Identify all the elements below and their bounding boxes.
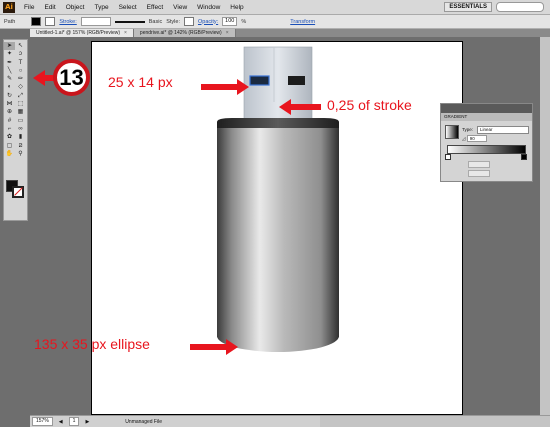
gradient-panel: GRADIENT Type: Linear ◿ 90 [440, 103, 533, 182]
menu-effect[interactable]: Effect [142, 4, 169, 11]
selection-type-label: Path [4, 18, 16, 25]
status-bar: 157% ◀ 1 ▶ Unmanaged File [30, 415, 550, 427]
gradient-angle-row: ◿ 90 [462, 135, 502, 142]
style-label: Style: [166, 18, 180, 25]
type-tool-icon[interactable]: T [15, 59, 26, 67]
free-transform-tool-icon[interactable]: ⬚ [15, 100, 26, 108]
fill-swatch[interactable] [31, 17, 42, 26]
slice-tool-icon[interactable]: ⧄ [15, 142, 26, 150]
width-tool-icon[interactable]: ⋈ [4, 100, 15, 108]
horizontal-scrollbar[interactable] [320, 416, 550, 427]
artboard-tool-icon[interactable]: ▢ [4, 142, 15, 150]
tab-untitled[interactable]: Untitled-1.ai* @ 157% (RGB/Preview) × [30, 29, 134, 37]
eyedropper-tool-icon[interactable]: ⌐ [4, 125, 15, 133]
artboard-number-field[interactable]: 1 [68, 417, 80, 426]
status-text[interactable]: Unmanaged File [125, 419, 162, 425]
panel-tabs: GRADIENT [441, 113, 532, 121]
mesh-tool-icon[interactable]: # [4, 117, 15, 125]
hand-tool-icon[interactable]: ✋ [4, 150, 15, 158]
menu-view[interactable]: View [168, 4, 192, 11]
connector-hole-left [249, 75, 270, 86]
menu-help[interactable]: Help [225, 4, 248, 11]
gradient-type-select[interactable]: Linear [477, 126, 529, 134]
transform-link[interactable]: Transform [290, 19, 315, 25]
ellipse-annotation: 135 x 35 px ellipse [34, 336, 150, 352]
stroke-annotation: 0,25 of stroke [327, 97, 412, 113]
search-input[interactable] [496, 2, 544, 12]
close-icon[interactable]: × [124, 30, 127, 36]
column-graph-tool-icon[interactable]: ▮ [15, 133, 26, 141]
zoom-tool-icon[interactable]: ⚲ [15, 150, 26, 158]
rect-size-annotation: 25 x 14 px [108, 74, 173, 90]
shape-builder-tool-icon[interactable]: ⊕ [4, 108, 15, 116]
lasso-tool-icon[interactable]: ↄ [15, 50, 26, 58]
gradient-angle-field[interactable]: 90 [466, 135, 487, 142]
menu-edit[interactable]: Edit [39, 4, 60, 11]
opacity-field[interactable]: 100 [222, 17, 238, 26]
menu-bar: Ai File Edit Object Type Select Effect V… [0, 0, 550, 15]
perspective-grid-tool-icon[interactable]: ▦ [15, 108, 26, 116]
control-bar: Path Stroke: Basic Style: Opacity: 100 %… [0, 15, 550, 29]
tab-label: Untitled-1.ai* @ 157% (RGB/Preview) [36, 30, 120, 36]
direct-selection-tool-icon[interactable]: ↖ [15, 42, 26, 50]
selection-tool-icon[interactable]: ➤ [4, 42, 15, 51]
rotate-tool-icon[interactable]: ↻ [4, 92, 15, 100]
workspace-switcher[interactable]: ESSENTIALS [444, 2, 492, 12]
ellipse-arrow-icon [190, 339, 238, 355]
gradient-slider-bar[interactable] [447, 145, 526, 154]
line-tool-icon[interactable]: ╲ [4, 67, 15, 75]
gradient-preview-swatch[interactable] [445, 125, 459, 139]
variable-width-profile[interactable] [114, 20, 145, 23]
blob-brush-tool-icon[interactable]: ◐ [4, 83, 15, 91]
gradient-type-label: Type: [462, 127, 474, 132]
prev-artboard-icon[interactable]: ◀ [59, 419, 63, 425]
tab-gradient[interactable]: GRADIENT [444, 113, 467, 121]
eraser-tool-icon[interactable]: ◇ [15, 83, 26, 91]
style-swatch[interactable] [183, 17, 194, 26]
fill-stroke-widget[interactable] [6, 180, 24, 198]
pen-tool-icon[interactable]: ✒ [4, 59, 15, 67]
paintbrush-tool-icon[interactable]: ✎ [4, 75, 15, 83]
angle-icon: ◿ [462, 136, 466, 141]
gradient-opacity-field[interactable] [468, 161, 490, 168]
panel-titlebar[interactable] [441, 104, 532, 113]
menu-window[interactable]: Window [192, 4, 225, 11]
rect-arrow-icon [201, 79, 249, 95]
menu-select[interactable]: Select [114, 4, 142, 11]
stroke-swatch[interactable] [45, 17, 56, 26]
next-artboard-icon[interactable]: ▶ [85, 419, 89, 425]
opacity-link[interactable]: Opacity: [198, 19, 218, 25]
step-number-badge: 13 [53, 59, 90, 96]
connector-hole-right [288, 76, 305, 85]
ellipse-tool-icon[interactable]: ○ [15, 67, 26, 75]
brush-label[interactable]: Basic [149, 19, 162, 25]
stroke-arrow-icon [279, 99, 321, 115]
pencil-tool-icon[interactable]: ✏ [15, 75, 26, 83]
stroke-none-icon[interactable] [12, 186, 24, 198]
tab-label: pendrive.ai* @ 142% (RGB/Preview) [139, 30, 222, 36]
usb-body [217, 128, 339, 350]
stroke-link[interactable]: Stroke: [59, 19, 76, 25]
close-icon[interactable]: × [226, 30, 229, 36]
vertical-scrollbar[interactable] [540, 37, 550, 415]
gradient-stop-white[interactable] [445, 154, 451, 160]
document-tab-bar: Untitled-1.ai* @ 157% (RGB/Preview) × pen… [30, 29, 550, 37]
gradient-stop-black[interactable] [521, 154, 527, 160]
zoom-field[interactable]: 157% [32, 417, 53, 426]
blend-tool-icon[interactable]: ∞ [15, 125, 26, 133]
stroke-weight-field[interactable] [80, 17, 111, 26]
illustrator-logo-icon: Ai [3, 1, 15, 13]
opacity-unit: % [241, 18, 247, 25]
gradient-tool-icon[interactable]: ▭ [15, 117, 26, 125]
magic-wand-tool-icon[interactable]: ✦ [4, 50, 15, 58]
symbol-sprayer-tool-icon[interactable]: ✿ [4, 133, 15, 141]
menu-type[interactable]: Type [89, 4, 113, 11]
gradient-location-field[interactable] [468, 170, 490, 177]
scale-tool-icon[interactable]: ⤢ [15, 92, 26, 100]
menu-file[interactable]: File [19, 4, 39, 11]
tab-pendrive[interactable]: pendrive.ai* @ 142% (RGB/Preview) × [133, 29, 236, 37]
menu-object[interactable]: Object [61, 4, 90, 11]
